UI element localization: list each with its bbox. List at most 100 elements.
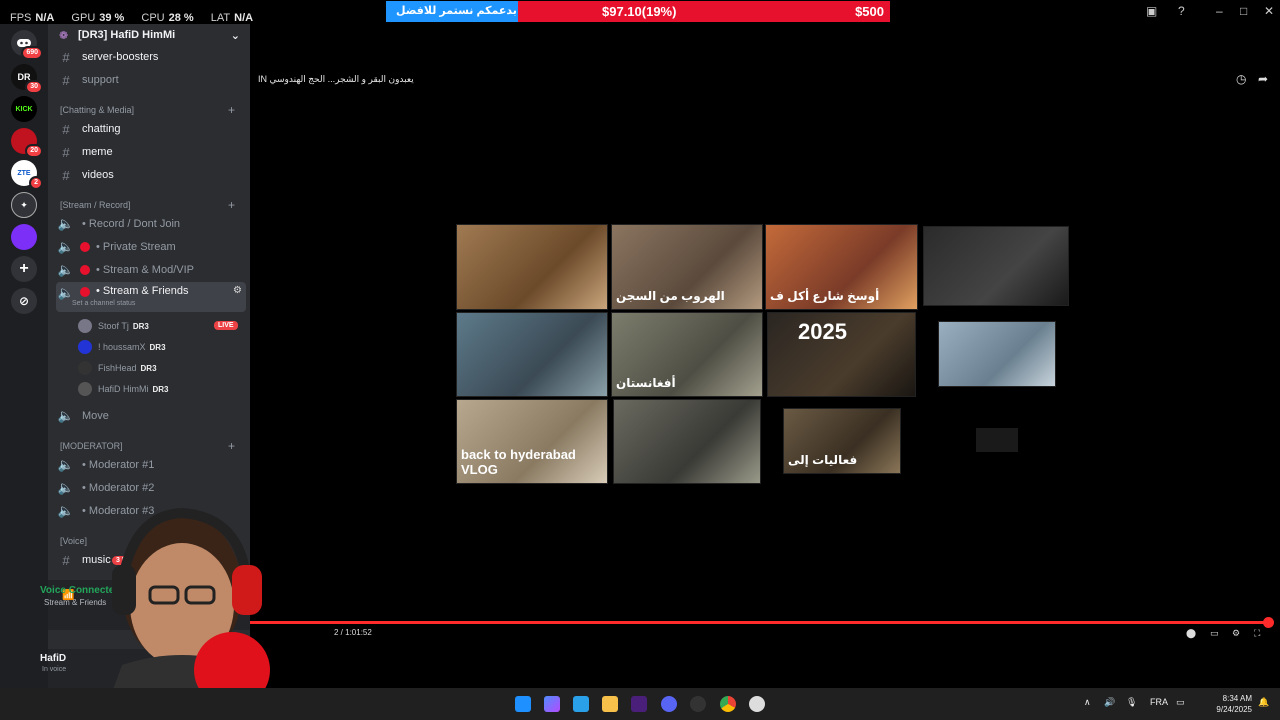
video-thumbnail[interactable]: 2025 [767, 312, 916, 397]
video-thumbnail[interactable] [938, 321, 1056, 387]
loading-thumbnail [976, 428, 1018, 452]
captions-icon[interactable]: ▭ [1210, 628, 1219, 639]
me-status: In voice [42, 666, 67, 673]
notifications-icon[interactable]: 🔔 [1258, 697, 1269, 708]
close-icon[interactable]: ✕ [1264, 4, 1274, 18]
server-kick[interactable]: KICK [11, 96, 37, 122]
server-red[interactable]: 20 [11, 128, 43, 158]
channel-meme[interactable]: # meme [56, 142, 246, 162]
video-thumbnail[interactable]: أفغانستان [611, 312, 763, 397]
video-thumbnail[interactable]: الهروب من السجن [611, 224, 763, 310]
cpu-value: 28 % [168, 12, 194, 24]
store-icon[interactable] [573, 696, 589, 712]
red-dot-icon [80, 265, 90, 275]
video-thumbnail[interactable] [613, 399, 761, 484]
voice-user[interactable]: FishHead DR3 [78, 358, 157, 378]
channel-videos[interactable]: # videos [56, 165, 246, 185]
settings-gear-icon[interactable]: ⚙ [233, 285, 242, 296]
category-stream-record[interactable]: [Stream / Record] [60, 200, 131, 210]
channel-label: server-boosters [82, 51, 159, 63]
microphone-icon[interactable]: 🎙 [1126, 697, 1137, 708]
category-chatting-media[interactable]: [Chatting & Media] [60, 105, 134, 115]
channel-chatting[interactable]: # chatting [56, 119, 246, 139]
voice-channel-private-stream[interactable]: 🔈 • Private Stream [56, 237, 246, 257]
taskbar-clock[interactable]: 8:34 AM 9/24/2025 [1216, 693, 1252, 715]
discord-icon[interactable] [661, 696, 677, 712]
channel-label: • Stream & Mod/VIP [96, 264, 194, 276]
gpu-value: 39 % [99, 12, 125, 24]
server-purple[interactable] [11, 224, 37, 250]
file-explorer-icon[interactable] [602, 696, 618, 712]
voice-user[interactable]: Stoof Tj DR3 [78, 316, 149, 336]
server-logo-icon: ❁ [59, 30, 69, 42]
video-player[interactable]: IN يعبدون البقر و الشجر... الحج الهندوسي… [250, 24, 1280, 688]
set-status-text[interactable]: Set a channel status [72, 300, 135, 307]
settings-icon[interactable]: ⚙ [1232, 628, 1240, 639]
user-tag: DR3 [132, 321, 149, 331]
video-progress-bar[interactable] [250, 617, 1274, 628]
video-title[interactable]: IN يعبدون البقر و الشجر... الحج الهندوسي [258, 74, 414, 85]
start-icon[interactable] [515, 696, 531, 712]
clock-date: 9/24/2025 [1216, 705, 1252, 714]
category-moderator[interactable]: [MODERATOR] [60, 441, 123, 451]
copilot-icon[interactable] [544, 696, 560, 712]
server-compass[interactable]: ✦ [11, 192, 37, 218]
cpu-label: CPU [141, 12, 165, 24]
volume-icon[interactable]: 🔊 [1104, 697, 1115, 708]
video-thumbnail[interactable] [923, 226, 1069, 306]
voice-channel-stream-friends[interactable]: 🔈 • Stream & Friends Set a channel statu… [56, 282, 246, 312]
screen-share-icon[interactable]: ▣ [1146, 4, 1157, 18]
voice-channel-stream-mod-vip[interactable]: 🔈 • Stream & Mod/VIP [56, 260, 246, 280]
avatar [78, 382, 92, 396]
channel-label: chatting [82, 123, 121, 135]
add-channel-icon[interactable]: + [228, 198, 235, 212]
donation-amount: $97.10(19%) [602, 4, 677, 19]
maximize-icon[interactable]: □ [1240, 4, 1247, 18]
progress-scrubber[interactable] [1263, 617, 1274, 628]
voice-channel-move[interactable]: 🔈 Move [56, 406, 246, 426]
chrome-icon[interactable] [720, 696, 736, 712]
video-thumbnail[interactable]: back to hyderabad VLOG [456, 399, 608, 484]
hash-icon: # [62, 72, 70, 88]
autoplay-toggle-icon[interactable]: ⬤ [1186, 628, 1196, 639]
speaker-icon: 🔈 [57, 262, 75, 277]
network-icon[interactable]: ▭ [1176, 697, 1185, 708]
tray-overflow-icon[interactable]: ∧ [1084, 697, 1091, 708]
channel-server-boosters[interactable]: # server-boosters [56, 47, 246, 67]
next-app-icon[interactable] [631, 696, 647, 712]
add-channel-icon[interactable]: + [228, 439, 235, 453]
fullscreen-icon[interactable]: ⛶ [1254, 628, 1260, 639]
server-zte[interactable]: ZTE 2 [11, 160, 43, 190]
chevron-down-icon[interactable]: ⌄ [231, 29, 240, 42]
add-channel-icon[interactable]: + [228, 103, 235, 117]
voice-channel-moderator-1[interactable]: 🔈 • Moderator #1 [56, 455, 246, 475]
fps-value: N/A [35, 12, 55, 24]
video-thumbnail[interactable]: فعاليات إلى [783, 408, 901, 474]
language-indicator[interactable]: FRA [1150, 697, 1168, 707]
video-thumbnail[interactable]: أوسخ شارع أكل ف [765, 224, 918, 310]
minimize-icon[interactable]: – [1216, 4, 1223, 18]
server-dr3[interactable]: DR 30 [11, 64, 43, 94]
browser-icon[interactable] [749, 696, 765, 712]
lat-label: LAT [210, 12, 231, 24]
performance-stats: FPS N/A GPU 39 % CPU 28 % LAT N/A [10, 12, 267, 24]
voice-channel-record[interactable]: 🔈 • Record / Dont Join [56, 214, 246, 234]
obs-icon[interactable] [690, 696, 706, 712]
clock-icon[interactable]: ◷ [1236, 72, 1246, 86]
channel-support[interactable]: # support [56, 70, 246, 90]
help-icon[interactable]: ? [1178, 4, 1185, 18]
me-name[interactable]: HafiD [40, 653, 66, 664]
voice-user[interactable]: ! houssamX DR3 [78, 337, 166, 357]
video-thumbnail[interactable] [456, 224, 608, 310]
server-kick-label: KICK [15, 105, 33, 113]
video-thumbnail[interactable] [456, 312, 608, 397]
discover-icon[interactable]: ⊘ [11, 288, 37, 314]
voice-user[interactable]: HafiD HimMi DR3 [78, 379, 169, 399]
share-icon[interactable]: ➦ [1258, 72, 1268, 86]
discord-home-icon[interactable]: 690 [11, 30, 43, 60]
channel-label: Move [82, 410, 109, 422]
thumbnail-text: الهروب من السجن [616, 289, 725, 303]
server-name[interactable]: [DR3] HafiD HimMi ⌄ ❁ [56, 29, 246, 49]
user-name: FishHead [98, 363, 137, 373]
add-server-icon[interactable]: + [11, 256, 37, 282]
